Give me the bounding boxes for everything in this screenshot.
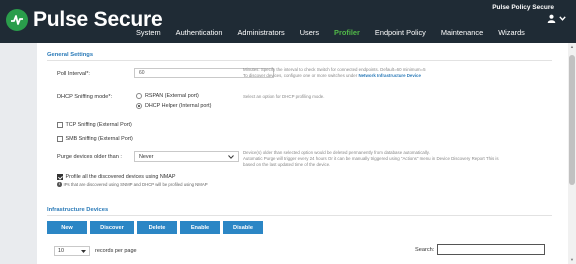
pulse-logo-icon <box>6 9 28 31</box>
purge-hint-line3: based on the last updated time of the de… <box>243 161 331 167</box>
checkbox-checked[interactable] <box>57 174 63 180</box>
enable-button[interactable]: Enable <box>180 221 220 234</box>
scroll-thumb[interactable] <box>569 55 575 185</box>
user-icon <box>547 14 556 23</box>
disable-button[interactable]: Disable <box>223 221 263 234</box>
new-button[interactable]: New <box>47 221 87 234</box>
section-divider <box>47 215 552 216</box>
purge-hint: Device(s) older than selected option wou… <box>243 150 565 167</box>
product-name: Pulse Policy Secure <box>492 4 554 11</box>
radio-rspan[interactable]: RSPAN (External port) <box>136 93 199 99</box>
search-label: Search: <box>415 247 435 253</box>
delete-button[interactable]: Delete <box>137 221 177 234</box>
smb-sniffing-checkbox[interactable]: SMB Sniffing (External Port) <box>57 136 133 142</box>
caret-down-icon <box>81 249 86 253</box>
poll-interval-hint-text: To discover devices, configure one or mo… <box>243 72 359 78</box>
network-infrastructure-link[interactable]: Network Infrastructure Device <box>358 73 420 78</box>
infrastructure-devices-title: Infrastructure Devices <box>47 207 109 213</box>
chevron-down-icon <box>228 154 234 159</box>
dhcp-hint: Select an option for DHCP profiling mode… <box>243 94 325 99</box>
nmap-profile-label: Profile all the discovered devices using… <box>65 174 176 180</box>
radio-dhcp-helper-label: DHCP Helper (Internal port) <box>145 103 212 109</box>
device-action-buttons: New Discover Delete Enable Disable <box>47 221 266 234</box>
scroll-down-icon[interactable]: ▼ <box>569 257 575 263</box>
user-menu[interactable] <box>547 14 566 23</box>
nav-users[interactable]: Users <box>300 28 319 37</box>
nav-wizards[interactable]: Wizards <box>498 28 525 37</box>
nav-maintenance[interactable]: Maintenance <box>441 28 483 37</box>
radio-button[interactable] <box>136 93 142 99</box>
discover-button[interactable]: Discover <box>90 221 134 234</box>
nav-system[interactable]: System <box>136 28 161 37</box>
page-scrollbar[interactable]: ▲ ▼ <box>568 43 576 264</box>
nav-authentication[interactable]: Authentication <box>176 28 223 37</box>
search-input[interactable] <box>437 244 545 255</box>
poll-interval-hint: Minutes: Specify the interval to check S… <box>243 67 563 79</box>
tcp-sniffing-label: TCP Sniffing (External Port) <box>65 122 132 128</box>
nav-endpoint-policy[interactable]: Endpoint Policy <box>375 28 426 37</box>
chevron-down-icon <box>559 16 566 21</box>
tcp-sniffing-checkbox[interactable]: TCP Sniffing (External Port) <box>57 122 132 128</box>
per-page-value: 10 <box>58 248 64 254</box>
radio-rspan-label: RSPAN (External port) <box>145 93 199 99</box>
nmap-profile-checkbox[interactable]: Profile all the discovered devices using… <box>57 174 175 180</box>
scroll-up-icon[interactable]: ▲ <box>569 44 575 50</box>
poll-interval-hint-line2: To discover devices, configure one or mo… <box>243 73 563 79</box>
radio-dhcp-helper[interactable]: DHCP Helper (Internal port) <box>136 103 211 109</box>
main-nav: System Authentication Administrators Use… <box>136 28 540 37</box>
top-header: Pulse Secure Pulse Policy Secure System … <box>0 0 576 43</box>
section-divider <box>47 60 552 61</box>
general-settings-title: General Settings <box>47 52 94 58</box>
radio-button-selected[interactable] <box>136 103 142 109</box>
purge-selected-value: Never <box>139 153 154 160</box>
purge-devices-select[interactable]: Never <box>134 151 239 162</box>
purge-devices-label: Purge devices older than : <box>57 154 122 160</box>
per-page-select[interactable]: 10 <box>54 246 90 256</box>
info-icon: i <box>57 182 62 187</box>
checkbox[interactable] <box>57 122 63 128</box>
per-page-label: records per page <box>95 248 137 254</box>
nav-profiler[interactable]: Profiler <box>334 28 360 37</box>
dhcp-sniffing-label: DHCP Sniffing mode*: <box>57 94 113 100</box>
nmap-note: i IPs that are discovered using SNMP and… <box>57 182 208 187</box>
nav-administrators[interactable]: Administrators <box>237 28 284 37</box>
checkbox[interactable] <box>57 136 63 142</box>
records-per-page: 10 records per page <box>54 246 137 256</box>
settings-panel: General Settings Poll Interval*: Minutes… <box>37 43 568 264</box>
smb-sniffing-label: SMB Sniffing (External Port) <box>65 136 133 142</box>
poll-interval-label: Poll Interval*: <box>57 71 90 77</box>
nmap-note-text: IPs that are discovered using SNMP and D… <box>63 182 208 187</box>
